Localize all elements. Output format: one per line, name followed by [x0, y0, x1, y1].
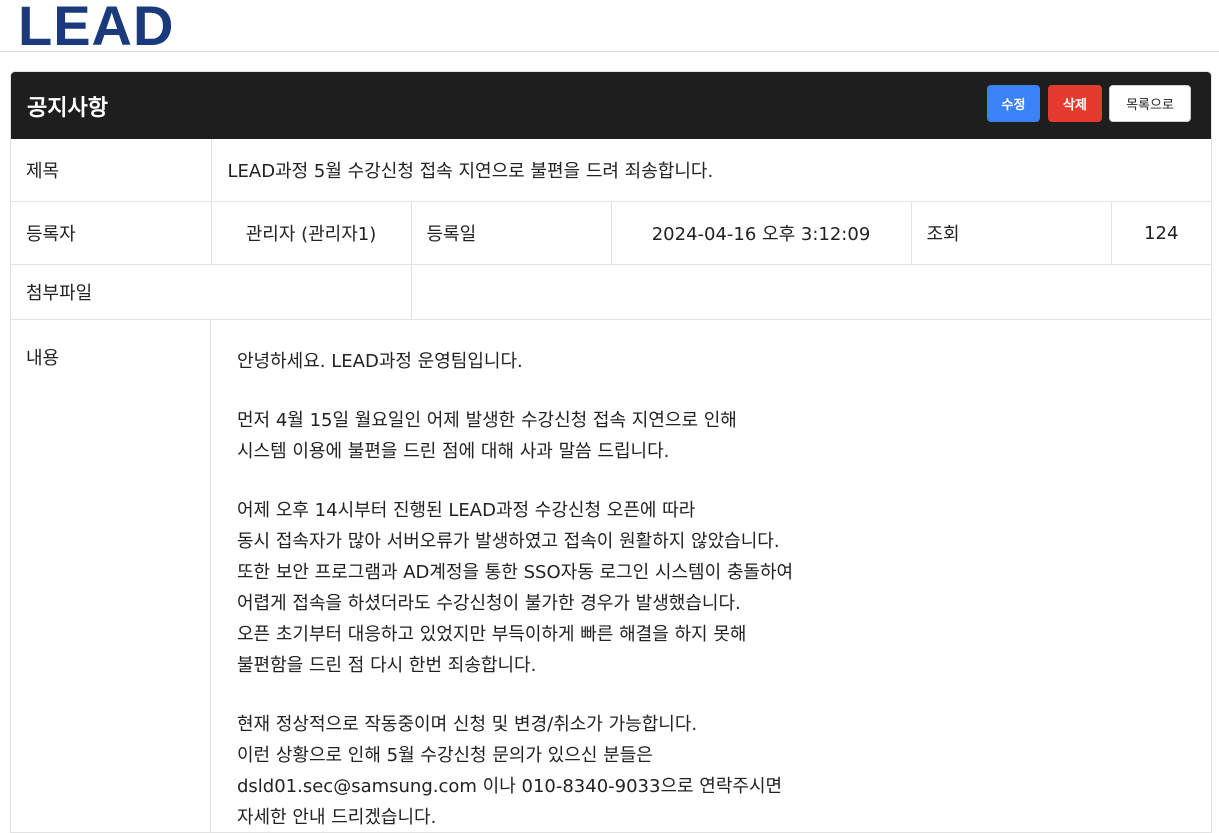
notice-panel: 공지사항 수정 삭제 목록으로 제목 LEAD과정 5월 수강신청 접속 지연으… — [10, 71, 1212, 833]
back-to-list-button[interactable]: 목록으로 — [1109, 85, 1191, 122]
content-body: 안녕하세요. LEAD과정 운영팀입니다. 먼저 4월 15일 월요일인 어제 … — [237, 346, 794, 832]
content-line: 어렵게 접속을 하셨더라도 수강신청이 불가한 경우가 발생했습니다. — [237, 593, 741, 614]
meta-row: 등록자 관리자 (관리자1) 등록일 2024-04-16 오후 3:12:09… — [11, 201, 1211, 265]
content-line: 또한 보안 프로그램과 AD계정을 통한 SSO자동 로그인 시스템이 충돌하여 — [237, 562, 794, 583]
views-value: 124 — [1111, 201, 1211, 265]
date-value: 2024-04-16 오후 3:12:09 — [611, 201, 912, 265]
content-line: 불편함을 드린 점 다시 한번 죄송합니다. — [237, 655, 537, 676]
content-line: 먼저 4월 15일 월요일인 어제 발생한 수강신청 접속 지연으로 인해 — [237, 410, 737, 431]
top-bar: LEAD — [0, 0, 1219, 56]
date-label: 등록일 — [411, 201, 612, 265]
content-label: 내용 — [26, 348, 60, 369]
title-value: LEAD과정 5월 수강신청 접속 지연으로 불편을 드려 죄송합니다. — [211, 139, 1211, 202]
title-row: 제목 LEAD과정 5월 수강신청 접속 지연으로 불편을 드려 죄송합니다. — [11, 139, 1211, 202]
author-label: 등록자 — [11, 201, 212, 265]
panel-header: 공지사항 수정 삭제 목록으로 — [11, 72, 1211, 139]
content-line: dsld01.sec@samsung.com 이나 010-8340-9033으… — [237, 776, 783, 797]
content-line: 동시 접속자가 많아 서버오류가 발생하였고 접속이 원활하지 않았습니다. — [237, 531, 780, 552]
page-title: 공지사항 — [27, 96, 108, 121]
content-line: 현재 정상적으로 작동중이며 신청 및 변경/취소가 가능합니다. — [237, 714, 698, 735]
lead-logo[interactable]: LEAD — [18, 0, 174, 56]
content-line: 시스템 이용에 불편을 드린 점에 대해 사과 말씀 드립니다. — [237, 441, 670, 462]
content-line: 오픈 초기부터 대응하고 있었지만 부득이하게 빠른 해결을 하지 못해 — [237, 624, 747, 645]
author-value: 관리자 (관리자1) — [211, 201, 412, 265]
content-line: 이런 상황으로 인해 5월 수강신청 문의가 있으신 분들은 — [237, 745, 653, 766]
content-line: 어제 오후 14시부터 진행된 LEAD과정 수강신청 오픈에 따라 — [237, 500, 696, 521]
content-line: 안녕하세요. LEAD과정 운영팀입니다. — [237, 351, 523, 372]
notice-info-table: 제목 LEAD과정 5월 수강신청 접속 지연으로 불편을 드려 죄송합니다. … — [11, 139, 1211, 320]
content-divider — [210, 320, 211, 832]
attachment-label: 첨부파일 — [11, 264, 412, 320]
content-line: 자세한 안내 드리겠습니다. — [237, 807, 437, 828]
attachment-value — [411, 264, 1211, 320]
title-label: 제목 — [11, 139, 212, 202]
attachment-row: 첨부파일 — [11, 264, 1211, 320]
edit-button[interactable]: 수정 — [987, 85, 1040, 122]
views-label: 조회 — [911, 201, 1112, 265]
delete-button[interactable]: 삭제 — [1048, 85, 1102, 122]
content-row: 내용 안녕하세요. LEAD과정 운영팀입니다. 먼저 4월 15일 월요일인 … — [11, 320, 1211, 832]
